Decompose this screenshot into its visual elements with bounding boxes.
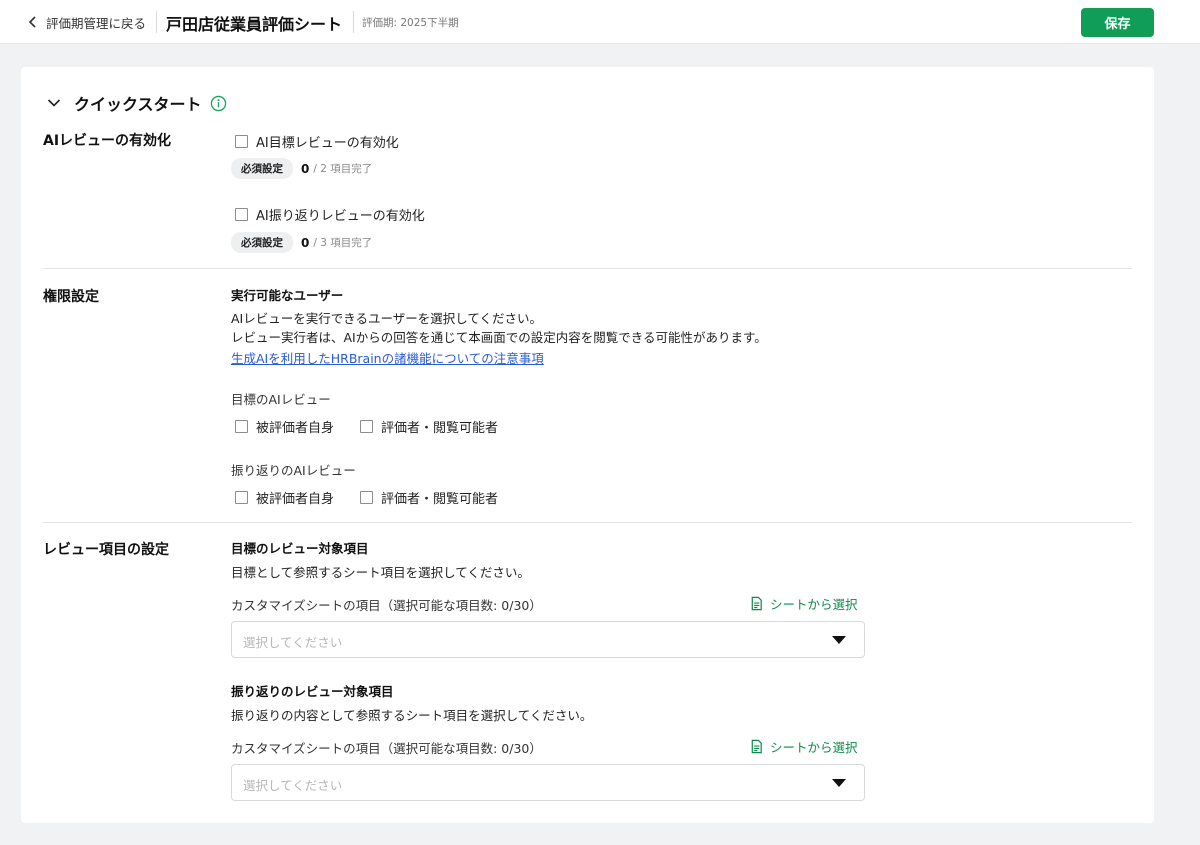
save-button[interactable]: 保存 <box>1081 8 1154 37</box>
checkbox[interactable] <box>235 208 248 221</box>
checkbox-goal-evaluator[interactable]: 評価者・閲覧可能者 <box>360 417 498 436</box>
permissions-description-2: レビュー実行者は、AIからの回答を通じて本画面での設定内容を閲覧できる可能性があ… <box>231 330 767 345</box>
reflection-field-label: カスタマイズシートの項目（選択可能な項目数: 0/30） <box>231 741 542 756</box>
checkbox[interactable] <box>235 420 248 433</box>
header-divider <box>156 11 157 33</box>
quickstart-card: クイックスタート AIレビューの有効化 AI目標レビューの有効化 必須設定 0 … <box>21 67 1154 823</box>
checkbox-reflection-evaluator[interactable]: 評価者・閲覧可能者 <box>360 488 498 507</box>
checkbox-label: 評価者・閲覧可能者 <box>381 421 499 436</box>
reflection-review-items-title: 振り返りのレビュー対象項目 <box>231 684 394 699</box>
quickstart-header[interactable]: クイックスタート <box>46 91 227 115</box>
select-from-sheet-button[interactable]: シートから選択 <box>749 737 858 756</box>
checkbox[interactable] <box>235 491 248 504</box>
header-divider <box>353 11 354 33</box>
evaluation-period: 評価期: 2025下半期 <box>362 17 459 29</box>
required-badge: 必須設定 <box>231 158 293 179</box>
reflection-items-select[interactable]: 選択してください <box>231 764 865 801</box>
goal-items-select[interactable]: 選択してください <box>231 621 865 658</box>
checkbox[interactable] <box>360 491 373 504</box>
caret-down-icon <box>832 779 846 787</box>
checkbox-label: AI振り返りレビューの有効化 <box>256 209 425 224</box>
top-bar: 評価期管理に戻る 戸田店従業員評価シート 評価期: 2025下半期 保存 <box>0 0 1200 44</box>
select-from-sheet-label: シートから選択 <box>770 597 858 612</box>
checkbox-ai-reflection-review[interactable]: AI振り返りレビューの有効化 <box>235 205 425 224</box>
permissions-description-1: AIレビューを実行できるユーザーを選択してください。 <box>231 311 542 326</box>
goal-field-label: カスタマイズシートの項目（選択可能な項目数: 0/30） <box>231 598 542 613</box>
select-placeholder: 選択してください <box>243 778 343 793</box>
quickstart-title: クイックスタート <box>74 95 202 114</box>
section-divider <box>43 268 1132 269</box>
checkbox-ai-goal-review[interactable]: AI目標レビューの有効化 <box>235 132 399 151</box>
checkbox-label: AI目標レビューの有効化 <box>256 136 399 151</box>
section-label-permissions: 権限設定 <box>43 289 99 305</box>
section-divider <box>43 522 1132 523</box>
document-icon <box>751 739 762 754</box>
progress-row-reflection: 必須設定 0 / 3 項目完了 <box>231 232 372 253</box>
reflection-review-items-description: 振り返りの内容として参照するシート項目を選択してください。 <box>231 708 593 723</box>
checkbox-reflection-self[interactable]: 被評価者自身 <box>235 488 334 507</box>
total-count: / 3 項目完了 <box>313 237 373 249</box>
section-label-review-items: レビュー項目の設定 <box>43 542 169 558</box>
checkbox-goal-self[interactable]: 被評価者自身 <box>235 417 334 436</box>
select-from-sheet-label: シートから選択 <box>770 740 858 755</box>
progress-row-goal: 必須設定 0 / 2 項目完了 <box>231 158 372 179</box>
page-title: 戸田店従業員評価シート <box>166 15 343 34</box>
section-label-ai-review: AIレビューの有効化 <box>43 133 172 149</box>
checkbox-label: 被評価者自身 <box>256 421 335 436</box>
checkbox[interactable] <box>235 135 248 148</box>
goal-ai-review-label: 目標のAIレビュー <box>231 392 331 407</box>
back-link-label: 評価期管理に戻る <box>46 15 147 31</box>
goal-review-items-title: 目標のレビュー対象項目 <box>231 541 369 556</box>
chevron-left-icon <box>28 16 36 28</box>
reflection-ai-review-label: 振り返りのAIレビュー <box>231 463 356 478</box>
required-badge: 必須設定 <box>231 232 293 253</box>
document-icon <box>751 596 762 611</box>
executable-users-title: 実行可能なユーザー <box>231 288 344 303</box>
select-from-sheet-button[interactable]: シートから選択 <box>749 594 858 613</box>
ai-notice-link[interactable]: 生成AIを利用したHRBrainの諸機能についての注意事項 <box>231 348 544 367</box>
goal-review-items-description: 目標として参照するシート項目を選択してください。 <box>231 565 530 580</box>
total-count: / 2 項目完了 <box>313 163 373 175</box>
select-placeholder: 選択してください <box>243 635 343 650</box>
checkbox-label: 評価者・閲覧可能者 <box>381 492 499 507</box>
checkbox[interactable] <box>360 420 373 433</box>
back-link[interactable]: 評価期管理に戻る <box>26 12 146 32</box>
info-icon[interactable] <box>210 95 227 112</box>
completed-count: 0 <box>301 161 310 176</box>
caret-down-icon <box>832 636 846 644</box>
checkbox-label: 被評価者自身 <box>256 492 335 507</box>
chevron-down-icon[interactable] <box>46 95 62 111</box>
completed-count: 0 <box>301 235 310 250</box>
